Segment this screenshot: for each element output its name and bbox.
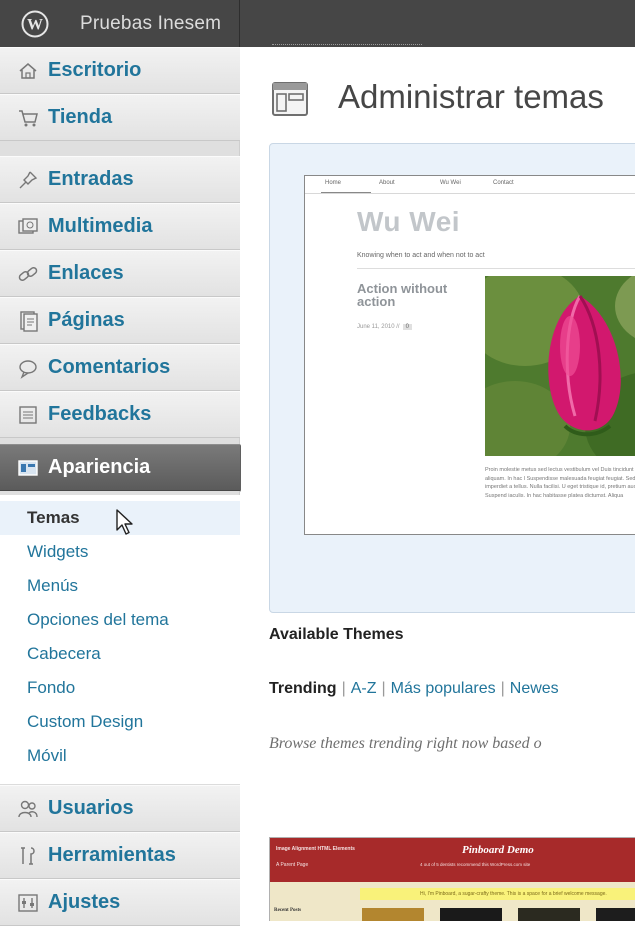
tools-icon (16, 844, 40, 868)
appearance-submenu: Temas Widgets Menús Opciones del tema Ca… (0, 495, 240, 785)
comments-icon (16, 356, 40, 380)
mouse-cursor-icon (116, 509, 133, 535)
pages-icon (16, 309, 40, 333)
preview-tagline: Knowing when to act and when not to act (357, 252, 485, 259)
sidebar-item-feedbacks[interactable]: Feedbacks (0, 391, 240, 438)
sidebar-item-ajustes[interactable]: Ajustes (0, 879, 240, 926)
preview-nav-contact: Contact (493, 180, 514, 186)
feedback-icon (16, 403, 40, 427)
sidebar-item-herramientas[interactable]: Herramientas (0, 832, 240, 879)
appearance-page-icon (272, 82, 308, 116)
preview-post-title: Action without action (357, 281, 448, 309)
sidebar-item-label: Comentarios (48, 356, 171, 378)
site-name-link[interactable]: Pruebas Inesem (80, 0, 221, 47)
current-theme-panel: Home About Wu Wei Contact Wu Wei Knowing… (269, 143, 635, 613)
main-content: Administrar temas Home About Wu Wei Cont… (241, 47, 635, 921)
sidebar-item-apariencia[interactable]: Apariencia (0, 444, 240, 491)
submenu-item-widgets[interactable]: Widgets (0, 535, 240, 569)
preview-divider (357, 268, 635, 269)
filter-separator: | (381, 680, 386, 697)
filter-separator: | (500, 680, 505, 697)
thumb-post-image (518, 908, 580, 921)
topbar-dotted-line (272, 44, 422, 45)
preview-body-text: Proin molestie metus sed lectus vestibul… (485, 467, 635, 499)
sidebar-item-label: Herramientas (48, 844, 176, 866)
media-icon (16, 215, 40, 239)
cart-icon (16, 106, 40, 130)
sidebar-item-label: Feedbacks (48, 403, 152, 425)
sidebar-item-multimedia[interactable]: Multimedia (0, 203, 240, 250)
sidebar-item-entradas[interactable]: Entradas (0, 156, 240, 203)
thumb-title: Pinboard Demo (462, 844, 534, 856)
filter-trending[interactable]: Trending (269, 680, 337, 697)
preview-comment-count: 0 (402, 324, 412, 330)
submenu-item-fondo[interactable]: Fondo (0, 671, 240, 705)
preview-nav-about: About (379, 180, 395, 186)
filter-az[interactable]: A-Z (351, 680, 377, 697)
submenu-item-menus[interactable]: Menús (0, 569, 240, 603)
admin-sidebar: Escritorio Tienda Entradas Multimedia En… (0, 47, 240, 926)
theme-filter-links: Trending | A-Z | Más populares | Newes (269, 680, 559, 698)
dashboard-icon (16, 59, 40, 83)
wordpress-logo-icon[interactable]: W (0, 0, 70, 47)
thumb-subtitle: 4 out of 5 dentists recommend this WordP… (420, 862, 531, 867)
appearance-icon (16, 456, 40, 480)
users-icon (16, 797, 40, 821)
sidebar-item-paginas[interactable]: Páginas (0, 297, 240, 344)
thumb-banner: Hi, I'm Pinboard, a sugar-crafty theme. … (360, 888, 635, 900)
preview-nav-home: Home (325, 180, 342, 186)
sidebar-item-label: Enlaces (48, 262, 124, 284)
thumb-post-image (440, 908, 502, 921)
svg-text:W: W (27, 16, 43, 33)
submenu-item-opciones-tema[interactable]: Opciones del tema (0, 603, 240, 637)
sidebar-item-escritorio[interactable]: Escritorio (0, 47, 240, 94)
preview-post-date: June 11, 2010 // (357, 324, 400, 330)
submenu-item-custom-design[interactable]: Custom Design (0, 705, 240, 739)
preview-nav-underline (321, 192, 371, 193)
sidebar-item-enlaces[interactable]: Enlaces (0, 250, 240, 297)
submenu-item-movil[interactable]: Móvil (0, 739, 240, 773)
preview-site-title: Wu Wei (357, 206, 461, 237)
filter-popular[interactable]: Más populares (391, 680, 496, 697)
sidebar-item-comentarios[interactable]: Comentarios (0, 344, 240, 391)
link-icon (16, 262, 40, 286)
thumb-nav-line2: A Parent Page (276, 862, 309, 868)
sidebar-item-label: Tienda (48, 106, 113, 128)
settings-icon (16, 891, 40, 915)
filter-separator: | (341, 680, 346, 697)
thumb-recent-posts: Recent Posts (274, 908, 302, 913)
preview-lotus-photo (485, 276, 635, 456)
available-themes-heading: Available Themes (269, 626, 404, 643)
sidebar-item-label: Multimedia (48, 215, 153, 237)
theme-thumbnail-pinboard[interactable]: Image Alignment HTML Elements A Parent P… (269, 837, 635, 921)
sidebar-item-tienda[interactable]: Tienda (0, 94, 240, 141)
thumb-nav-line1: Image Alignment HTML Elements (276, 846, 355, 852)
thumb-header: Image Alignment HTML Elements A Parent P… (270, 838, 635, 882)
browse-description: Browse themes trending right now based o (269, 735, 542, 752)
current-theme-screenshot[interactable]: Home About Wu Wei Contact Wu Wei Knowing… (304, 175, 635, 535)
submenu-item-cabecera[interactable]: Cabecera (0, 637, 240, 671)
thumb-post-image (362, 908, 424, 921)
pushpin-icon (16, 168, 40, 192)
sidebar-item-label: Páginas (48, 309, 125, 331)
page-title: Administrar temas (338, 78, 604, 115)
topbar-divider (239, 0, 240, 47)
sidebar-item-label: Apariencia (48, 456, 151, 478)
preview-nav-wuwei: Wu Wei (440, 180, 461, 186)
sidebar-item-label: Usuarios (48, 797, 134, 819)
sidebar-item-label: Ajustes (48, 891, 121, 913)
sidebar-item-label: Entradas (48, 168, 134, 190)
sidebar-item-label: Escritorio (48, 59, 142, 81)
sidebar-item-usuarios[interactable]: Usuarios (0, 785, 240, 832)
filter-newest[interactable]: Newes (510, 680, 559, 697)
thumb-post-image (596, 908, 635, 921)
admin-bar: W Pruebas Inesem (0, 0, 635, 47)
preview-post-meta: June 11, 2010 //0 (357, 324, 412, 330)
